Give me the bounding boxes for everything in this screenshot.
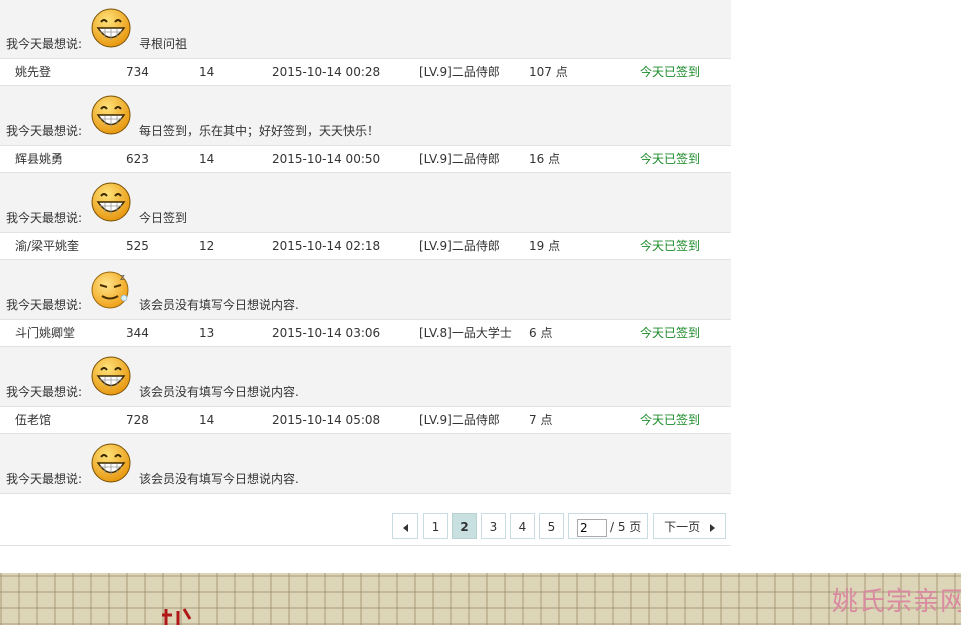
next-page-label: 下一页 xyxy=(664,520,701,534)
mood-row: 我今天最想说: 寻根问祖 xyxy=(0,0,731,59)
reward-points: 7 点 xyxy=(529,413,553,427)
mood-row: 我今天最想说: 今日签到 xyxy=(0,173,731,233)
mood-message: 今日签到 xyxy=(139,211,188,225)
signin-status: 今天已签到 xyxy=(640,326,701,340)
mood-label: 我今天最想说: xyxy=(6,298,83,312)
mood-message: 该会员没有填写今日想说内容. xyxy=(139,385,299,399)
user-name-link[interactable]: 辉县姚勇 xyxy=(15,146,63,172)
user-name-link[interactable]: 斗门姚卿堂 xyxy=(15,320,75,346)
signin-status: 今天已签到 xyxy=(640,152,701,166)
mood-row: 我今天最想说: 该会员没有填写今日想说内容. xyxy=(0,434,731,494)
user-row: 辉县姚勇 623 14 2015-10-14 00:50 [LV.9]二品侍郎 16 点 今… xyxy=(0,146,731,173)
signin-time: 2015-10-14 02:18 xyxy=(272,239,381,253)
mood-row: 我今天最想说: 该会员没有填写今日想说内容. xyxy=(0,347,731,407)
month-days: 14 xyxy=(199,413,215,427)
user-level: [LV.8]一品大学士 xyxy=(419,326,512,340)
mood-label: 我今天最想说: xyxy=(6,472,83,486)
mood-label: 我今天最想说: xyxy=(6,124,83,138)
user-row: 渝/梁平姚奎 525 12 2015-10-14 02:18 [LV.9]二品侍郎 19 … xyxy=(0,233,731,260)
total-days: 525 xyxy=(126,239,149,253)
total-days: 734 xyxy=(126,65,149,79)
mood-label: 我今天最想说: xyxy=(6,385,83,399)
page-5-button[interactable]: 5 xyxy=(539,513,564,539)
month-days: 14 xyxy=(199,65,215,79)
total-days: 728 xyxy=(126,413,149,427)
smiley-face-icon xyxy=(90,181,132,223)
user-level: [LV.9]二品侍郎 xyxy=(419,413,500,427)
mood-label: 我今天最想说: xyxy=(6,37,83,51)
pagination: 1 2 3 4 5 / 5 页 下一页 xyxy=(0,510,731,546)
mood-message: 寻根问祖 xyxy=(139,37,188,51)
signin-time: 2015-10-14 00:28 xyxy=(272,65,381,79)
smiley-face-icon xyxy=(90,442,132,484)
user-level: [LV.9]二品侍郎 xyxy=(419,152,500,166)
user-row: 斗门姚卿堂 344 13 2015-10-14 03:06 [LV.8]一品大学士 6 点… xyxy=(0,320,731,347)
signin-time: 2015-10-14 05:08 xyxy=(272,413,381,427)
signin-time: 2015-10-14 00:50 xyxy=(272,152,381,166)
signin-status: 今天已签到 xyxy=(640,65,701,79)
page-2-button[interactable]: 2 xyxy=(452,513,477,539)
user-level: [LV.9]二品侍郎 xyxy=(419,65,500,79)
site-logo[interactable]: 姚氏宗亲网 xyxy=(832,581,961,618)
month-days: 14 xyxy=(199,152,215,166)
smiley-face-icon: z xyxy=(90,268,132,310)
user-row: 姚先登 734 14 2015-10-14 00:28 [LV.9]二品侍郎 107 点 今… xyxy=(0,59,731,86)
logo-fragment-icon xyxy=(162,608,192,625)
reward-points: 107 点 xyxy=(529,65,568,79)
mood-row: 我今天最想说: z 该会员没有填写今日想说内容. xyxy=(0,260,731,320)
smiley-face-icon xyxy=(90,94,132,136)
next-page-button[interactable]: 下一页 xyxy=(653,513,726,539)
mood-message: 该会员没有填写今日想说内容. xyxy=(139,472,299,486)
mood-message: 该会员没有填写今日想说内容. xyxy=(139,298,299,312)
reward-points: 16 点 xyxy=(529,152,561,166)
footer-banner: 姚氏宗亲网 xyxy=(0,573,961,625)
smiley-face-icon xyxy=(90,355,132,397)
signin-status: 今天已签到 xyxy=(640,239,701,253)
user-level: [LV.9]二品侍郎 xyxy=(419,239,500,253)
total-days: 623 xyxy=(126,152,149,166)
total-days: 344 xyxy=(126,326,149,340)
mood-message: 每日签到，乐在其中；好好签到，天天快乐！ xyxy=(139,124,380,138)
signin-list: 我今天最想说: 寻根问祖姚先登 734 14 2015-10-14 00:28 [LV.9… xyxy=(0,0,731,494)
page-1-button[interactable]: 1 xyxy=(423,513,448,539)
page-total: / 5 页 xyxy=(610,520,642,534)
month-days: 13 xyxy=(199,326,215,340)
page-4-button[interactable]: 4 xyxy=(510,513,535,539)
reward-points: 6 点 xyxy=(529,326,553,340)
page-jump-input[interactable] xyxy=(577,518,607,537)
smiley-face-icon xyxy=(90,7,132,49)
page-jump: / 5 页 xyxy=(568,513,648,539)
page-3-button[interactable]: 3 xyxy=(481,513,506,539)
signin-time: 2015-10-14 03:06 xyxy=(272,326,381,340)
svg-text:z: z xyxy=(120,273,125,283)
chevron-right-icon xyxy=(709,523,715,532)
user-name-link[interactable]: 渝/梁平姚奎 xyxy=(15,233,79,259)
reward-points: 19 点 xyxy=(529,239,561,253)
mood-row: 我今天最想说: 每日签到，乐在其中；好好签到，天天快乐！ xyxy=(0,86,731,146)
signin-status: 今天已签到 xyxy=(640,413,701,427)
mood-label: 我今天最想说: xyxy=(6,211,83,225)
user-name-link[interactable]: 姚先登 xyxy=(15,59,51,85)
prev-page-button[interactable] xyxy=(392,513,418,539)
user-name-link[interactable]: 伍老馆 xyxy=(15,407,51,433)
month-days: 12 xyxy=(199,239,215,253)
chevron-left-icon xyxy=(402,523,408,532)
user-row: 伍老馆 728 14 2015-10-14 05:08 [LV.9]二品侍郎 7 点 今天已… xyxy=(0,407,731,434)
